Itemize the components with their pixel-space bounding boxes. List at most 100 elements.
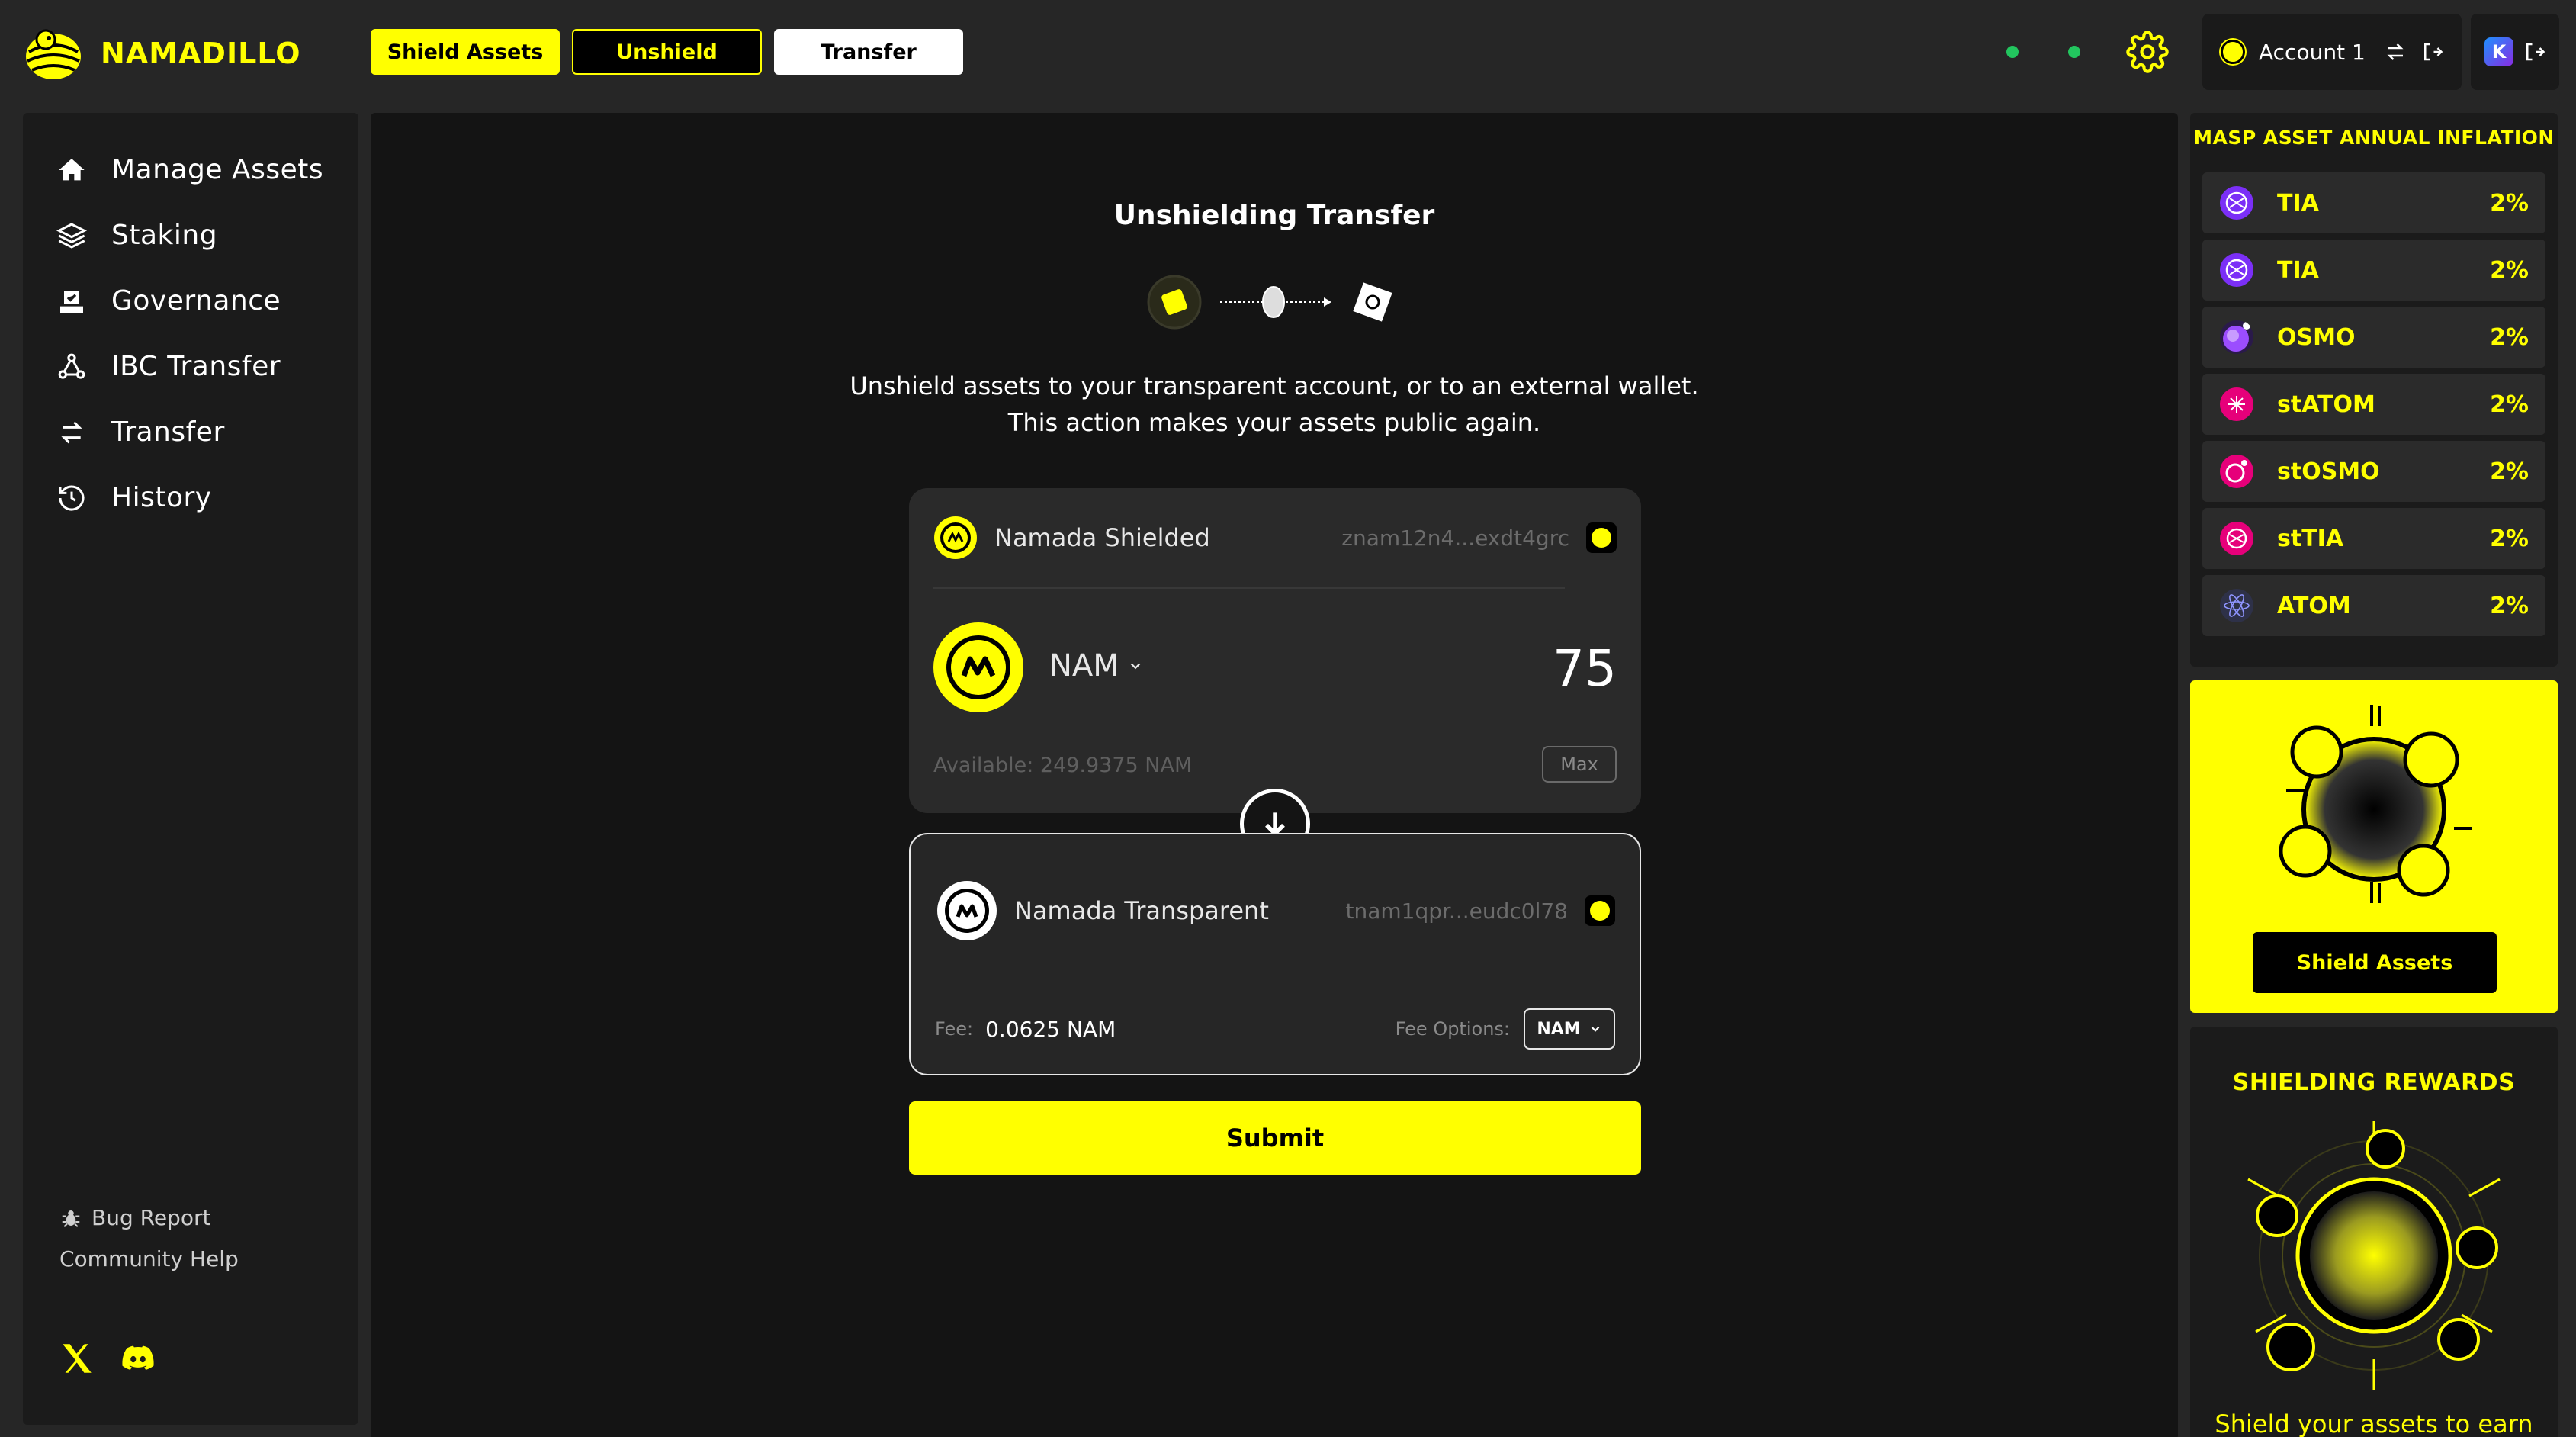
keplr-wallet-icon: K <box>2484 37 2513 66</box>
indexer-status-dot <box>2068 46 2080 58</box>
inflation-row: TIA 2% <box>2202 172 2545 233</box>
rewards-title: SHIELDING REWARDS <box>2232 1069 2516 1096</box>
amount-input[interactable] <box>1312 638 1617 699</box>
available-balance: Available: 249.9375 NAM <box>933 754 1193 777</box>
asset-name: TIA <box>2277 189 2319 217</box>
account-avatar <box>2221 40 2245 64</box>
asset-name: TIA <box>2277 256 2319 284</box>
stosmo-icon <box>2220 455 2253 488</box>
shield-portal-illustration <box>2279 705 2472 903</box>
brand-logo[interactable]: NAMADILLO <box>23 23 301 84</box>
account-switcher[interactable]: Account 1 <box>2202 14 2462 90</box>
submit-button[interactable]: Submit <box>909 1101 1641 1175</box>
sidebar-item-manage-assets[interactable]: Manage Assets <box>56 154 323 185</box>
sidebar-item-label: Governance <box>111 285 281 317</box>
asset-rate: 2% <box>2490 391 2529 418</box>
asset-name: OSMO <box>2277 323 2356 351</box>
inflation-row: stTIA 2% <box>2202 508 2545 569</box>
asset-rate: 2% <box>2490 256 2529 284</box>
asset-name: stTIA <box>2277 525 2344 552</box>
community-help-link[interactable]: Community Help <box>59 1246 239 1271</box>
transfer-description: Unshield assets to your transparent acco… <box>371 368 2178 441</box>
home-icon <box>59 158 85 180</box>
sttia-icon <box>2220 522 2253 555</box>
settings-gear-icon[interactable] <box>2126 31 2169 73</box>
shield-assets-tab[interactable]: Shield Assets <box>371 29 560 75</box>
brand-name: NAMADILLO <box>101 37 301 70</box>
inflation-row: TIA 2% <box>2202 240 2545 301</box>
nam-token-icon <box>933 622 1023 712</box>
transfer-tab[interactable]: Transfer <box>774 29 963 75</box>
sidebar-item-label: History <box>111 482 212 513</box>
inflation-title: MASP ASSET ANNUAL INFLATION <box>2193 127 2555 149</box>
destination-address: tnam1qpr...eudc0l78 <box>1345 898 1568 924</box>
bug-report-link[interactable]: Bug Report <box>59 1205 210 1230</box>
rewards-illustration <box>2247 1121 2501 1390</box>
asset-rate: 2% <box>2490 323 2529 351</box>
atom-icon <box>2220 589 2253 622</box>
inflation-row: OSMO 2% <box>2202 307 2545 368</box>
logout-icon[interactable] <box>2420 40 2443 63</box>
destination-chain-row[interactable]: Namada Transparent tnam1qpr...eudc0l78 <box>935 880 1615 941</box>
chain-status-dot <box>2006 46 2019 58</box>
bug-icon <box>62 1210 80 1227</box>
fee-row: Fee: 0.0625 NAM Fee Options: NAM <box>935 1008 1615 1050</box>
community-help-label: Community Help <box>59 1246 239 1271</box>
inflation-panel: MASP ASSET ANNUAL INFLATION TIA 2% TIA 2… <box>2190 113 2558 667</box>
token-selector[interactable]: NAM <box>1049 648 1144 683</box>
asset-name: stOSMO <box>2277 458 2380 485</box>
inflation-row: stATOM 2% <box>2202 374 2545 435</box>
source-chain-row[interactable]: Namada Shielded znam12n4...exdt4grc <box>933 516 1617 560</box>
disconnect-icon[interactable] <box>2523 40 2545 63</box>
source-address: znam12n4...exdt4grc <box>1341 525 1569 551</box>
destination-chain-name: Namada Transparent <box>1014 896 1269 925</box>
shield-promo-card: Shield Assets <box>2190 680 2558 1013</box>
token-symbol: NAM <box>1049 648 1119 683</box>
destination-card: Namada Transparent tnam1qpr...eudc0l78 F… <box>909 833 1641 1075</box>
ballot-icon <box>60 291 83 313</box>
fee-value: 0.0625 NAM <box>985 1016 1116 1042</box>
inflation-row: stOSMO 2% <box>2202 441 2545 502</box>
sidebar-item-label: Transfer <box>111 416 225 448</box>
asset-rate: 2% <box>2490 592 2529 619</box>
discord-icon[interactable] <box>119 1339 157 1378</box>
chevron-down-icon <box>1130 663 1141 670</box>
sidebar-item-label: Staking <box>111 220 218 251</box>
shield-assets-promo-button[interactable]: Shield Assets <box>2253 932 2497 993</box>
fee-token-select[interactable]: NAM <box>1524 1008 1615 1050</box>
switch-account-icon[interactable] <box>2384 40 2407 63</box>
sidebar-item-label: Manage Assets <box>111 154 324 185</box>
network-icon <box>58 353 85 379</box>
card-divider <box>933 587 1565 589</box>
keplr-wallet-box[interactable]: K <box>2471 14 2559 90</box>
unshield-tab[interactable]: Unshield <box>572 29 762 75</box>
sidebar-item-transfer[interactable]: Transfer <box>56 416 225 448</box>
layers-icon <box>56 222 87 249</box>
description-line-1: Unshield assets to your transparent acco… <box>850 371 1699 400</box>
namada-shielded-icon <box>934 516 977 559</box>
asset-name: stATOM <box>2277 391 2375 418</box>
destination-wallet-indicator <box>1585 895 1615 926</box>
x-twitter-icon[interactable] <box>58 1339 96 1378</box>
tia-icon <box>2220 253 2253 287</box>
fee-label: Fee: <box>935 1018 974 1040</box>
account-name: Account 1 <box>2259 39 2366 65</box>
source-wallet-indicator <box>1586 522 1617 553</box>
armadillo-logo-icon <box>26 29 81 79</box>
page-title: Unshielding Transfer <box>1113 200 1435 231</box>
sidebar-item-staking[interactable]: Staking <box>56 220 217 251</box>
source-chain-name: Namada Shielded <box>994 523 1210 552</box>
max-button[interactable]: Max <box>1542 746 1617 783</box>
tia-icon <box>2220 186 2253 220</box>
sidebar: Manage Assets Staking Governance IBC Tra… <box>23 113 358 1425</box>
fee-options-label: Fee Options: <box>1395 1018 1510 1040</box>
swap-icon <box>61 421 82 443</box>
bug-report-label: Bug Report <box>92 1205 211 1230</box>
statom-icon <box>2220 387 2253 421</box>
sidebar-item-governance[interactable]: Governance <box>56 285 281 317</box>
shielding-rewards-panel: SHIELDING REWARDS Shield your assets to … <box>2190 1027 2558 1437</box>
sidebar-item-label: IBC Transfer <box>111 351 281 382</box>
chevron-down-icon <box>1591 1026 1599 1032</box>
sidebar-item-history[interactable]: History <box>56 482 212 513</box>
sidebar-item-ibc-transfer[interactable]: IBC Transfer <box>56 351 281 382</box>
